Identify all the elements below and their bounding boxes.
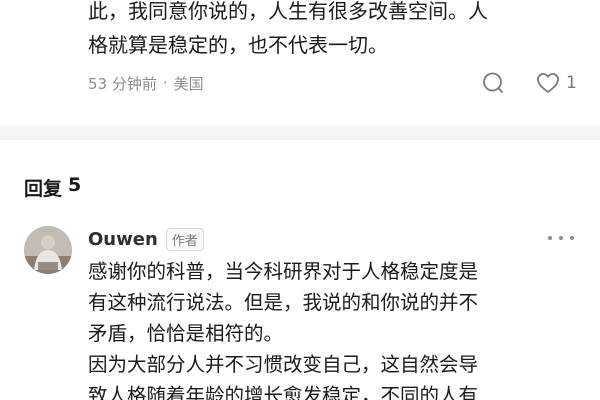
reply-line: 致人格随着年龄的增长愈发稳定，不同的人有 — [88, 384, 479, 400]
author-name[interactable]: Ouwen — [88, 229, 158, 250]
reply-item: Ouwen 作者 感谢你的科普，当今科研界对于人格稳定度是 有这种流行说法。但是… — [0, 220, 600, 400]
avatar-image — [24, 226, 72, 274]
like-count: 1 — [566, 73, 577, 93]
author-row: Ouwen 作者 — [88, 226, 204, 252]
reply-line: 感谢你的科普，当今科研界对于人格稳定度是 — [88, 260, 479, 283]
parent-comment-line: 此，我同意你说的，人生有很多改善空间。人 — [88, 0, 488, 23]
section-divider — [0, 126, 600, 140]
like-button[interactable]: 1 — [536, 70, 580, 96]
parent-comment-text: 此，我同意你说的，人生有很多改善空间。人 格就算是稳定的，也不代表一切。 — [88, 0, 568, 62]
comment-button[interactable] — [481, 70, 507, 96]
reply-line: 因为大部分人并不习惯改变自己，这自然会导 — [88, 353, 479, 376]
replies-header: 回复 5 — [24, 174, 81, 201]
reply-text: 感谢你的科普，当今科研界对于人格稳定度是 有这种流行说法。但是，我说的和你说的并… — [88, 256, 572, 400]
comment-meta: 53 分钟前 · 美国 — [88, 72, 204, 94]
more-options-button[interactable] — [548, 228, 574, 248]
comment-time: 53 分钟前 — [88, 74, 157, 93]
reply-line: 有这种流行说法。但是，我说的和你说的并不 — [88, 291, 479, 314]
comment-bubble-icon — [483, 72, 503, 93]
more-dots-icon — [548, 236, 552, 240]
more-dots-icon — [570, 236, 574, 240]
heart-icon — [537, 73, 559, 93]
more-dots-icon — [559, 236, 563, 240]
replies-count: 5 — [68, 174, 82, 196]
avatar[interactable] — [24, 226, 72, 274]
parent-comment-line: 格就算是稳定的，也不代表一切。 — [88, 33, 388, 57]
reply-line: 矛盾，恰恰是相符的。 — [88, 322, 284, 345]
meta-separator: · — [162, 74, 168, 92]
comment-location: 美国 — [173, 74, 204, 93]
replies-label: 回复 — [24, 178, 63, 200]
author-badge: 作者 — [165, 227, 204, 251]
parent-comment: 此，我同意你说的，人生有很多改善空间。人 格就算是稳定的，也不代表一切。 53 … — [0, 0, 600, 126]
